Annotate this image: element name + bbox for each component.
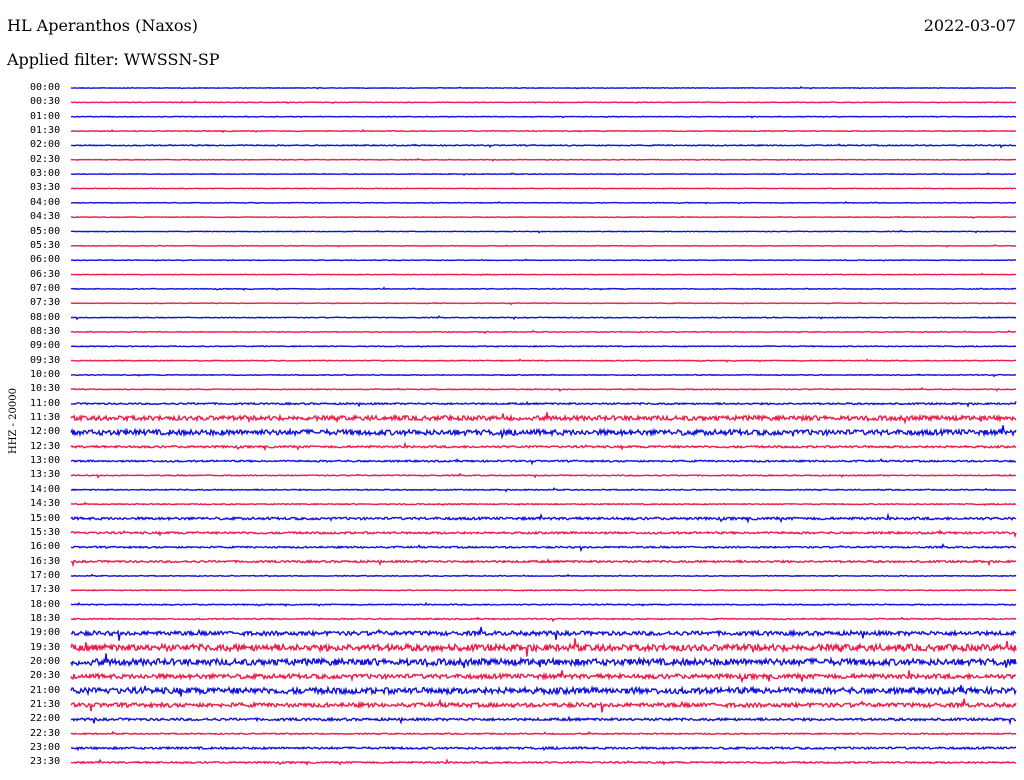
trace-line [70, 425, 1017, 440]
trace-line [70, 244, 1017, 248]
trace-line [70, 558, 1017, 568]
trace-line [70, 512, 1017, 524]
trace-line [70, 187, 1017, 190]
trace-line [71, 258, 1017, 262]
trace-line [70, 573, 1017, 578]
trace-line [70, 529, 1017, 539]
trace-line [70, 345, 1017, 348]
trace-line [70, 542, 1017, 553]
trace-line [70, 670, 1017, 684]
trace-line [70, 201, 1017, 205]
trace-line [70, 329, 1017, 335]
trace-line [71, 115, 1016, 119]
trace-line [70, 86, 1017, 90]
trace-line [70, 698, 1017, 713]
trace-line [70, 215, 1017, 220]
trace-line [70, 458, 1017, 466]
trace-line [70, 441, 1017, 452]
trace-line [70, 758, 1017, 767]
trace-line [70, 638, 1017, 657]
trace-line [70, 172, 1017, 176]
trace-line [70, 601, 1017, 608]
trace-line [71, 100, 1017, 104]
trace-line [70, 501, 1017, 507]
trace-line [70, 286, 1017, 291]
trace-line [70, 412, 1017, 425]
trace-line [70, 684, 1017, 697]
trace-line [70, 315, 1017, 321]
trace-line [70, 373, 1017, 378]
trace-line [70, 229, 1017, 234]
trace-line [70, 400, 1017, 408]
trace-line [70, 358, 1017, 363]
trace-line [70, 128, 1017, 134]
trace-line [70, 626, 1017, 641]
trace-line [70, 745, 1017, 752]
trace-line [70, 588, 1017, 592]
trace-line [70, 715, 1017, 726]
trace-line [70, 730, 1017, 736]
trace-line [70, 487, 1017, 493]
seismogram-plot [70, 86, 1017, 767]
trace-line [70, 387, 1017, 393]
trace-line [70, 157, 1017, 162]
trace-line [70, 301, 1017, 306]
trace-line [70, 616, 1017, 623]
trace-line [71, 143, 1017, 149]
trace-line [70, 653, 1017, 669]
trace-line [70, 272, 1017, 276]
trace-line [70, 472, 1017, 479]
